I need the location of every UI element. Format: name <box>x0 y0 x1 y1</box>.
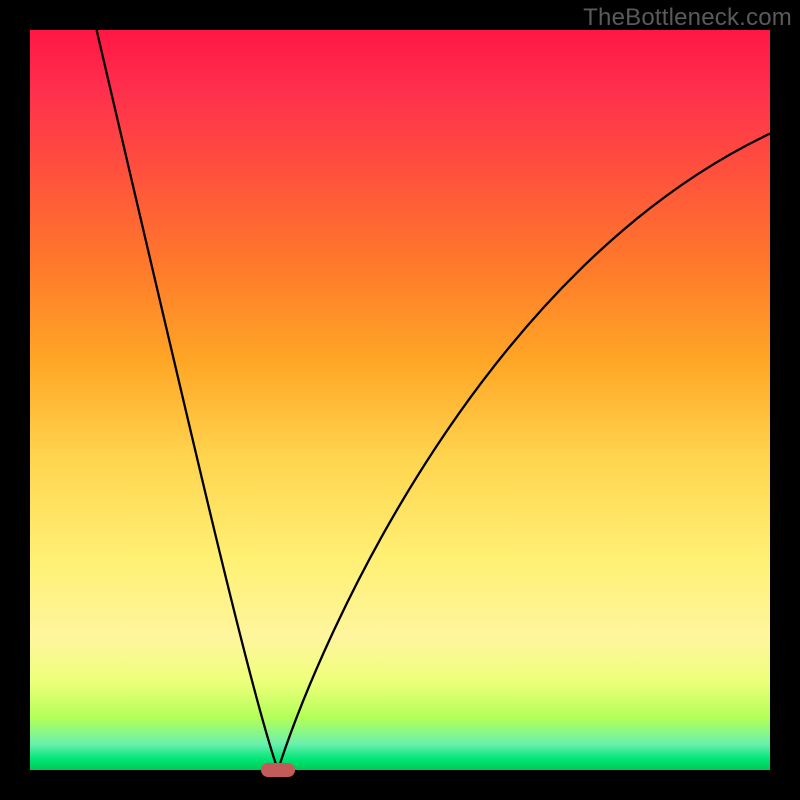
bottleneck-curve <box>30 30 770 770</box>
watermark-text: TheBottleneck.com <box>583 4 792 32</box>
chart-plot-area <box>30 30 770 770</box>
curve-path <box>97 30 770 770</box>
chart-frame: TheBottleneck.com <box>0 0 800 800</box>
optimum-marker <box>261 763 294 776</box>
